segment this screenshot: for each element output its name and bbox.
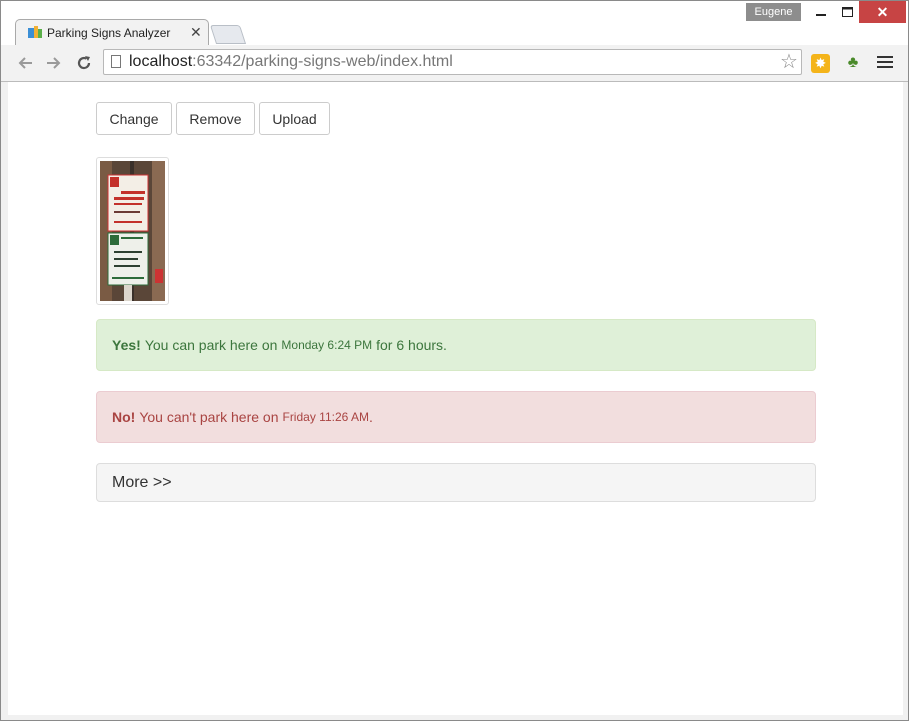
- url-path: :63342/parking-signs-web/index.html: [192, 53, 453, 70]
- close-icon: ✕: [876, 3, 889, 20]
- browser-window: Parking Signs Analyzer ✕ Eugene ✕ localh…: [0, 0, 909, 721]
- upload-button[interactable]: Upload: [259, 102, 330, 135]
- title-bar: Parking Signs Analyzer ✕ Eugene ✕: [1, 1, 908, 46]
- bookmark-star-icon[interactable]: ☆: [780, 51, 798, 73]
- park-denied-alert: No! You can't park here on Friday 11:26 …: [96, 391, 816, 443]
- address-bar[interactable]: localhost:63342/parking-signs-web/index.…: [103, 49, 802, 75]
- alert-tail: .: [368, 409, 373, 425]
- page-icon: [111, 55, 121, 68]
- alert-time: Monday 6:24 PM: [281, 338, 373, 352]
- url-text[interactable]: localhost:63342/parking-signs-web/index.…: [129, 53, 453, 71]
- maximize-icon: [841, 7, 853, 17]
- forward-button[interactable]: [43, 52, 65, 74]
- extension-leaf-icon[interactable]: ♣: [843, 53, 863, 73]
- back-button[interactable]: [14, 52, 36, 74]
- browser-tab[interactable]: Parking Signs Analyzer ✕: [15, 19, 209, 46]
- park-allowed-alert: Yes! You can park here on Monday 6:24 PM…: [96, 319, 816, 371]
- remove-button[interactable]: Remove: [176, 102, 255, 135]
- reload-icon: [77, 56, 91, 70]
- page-content: Change Remove Upload Yes! You can park h…: [8, 82, 903, 715]
- alert-text: You can park here on: [144, 337, 278, 353]
- profile-badge[interactable]: Eugene: [746, 3, 801, 21]
- minimize-button[interactable]: [807, 1, 835, 23]
- alert-strong: Yes!: [112, 337, 141, 353]
- extension-icon[interactable]: ✸: [811, 54, 830, 73]
- back-arrow-icon: [18, 57, 32, 69]
- alert-time: Friday 11:26 AM: [282, 410, 369, 424]
- maximize-button[interactable]: [833, 1, 861, 23]
- tab-title: Parking Signs Analyzer: [47, 26, 171, 40]
- forward-arrow-icon: [47, 57, 61, 69]
- browser-menu-button[interactable]: [877, 54, 893, 70]
- new-tab-button[interactable]: [209, 25, 247, 44]
- parking-sign-thumbnail: [96, 157, 169, 305]
- hamburger-menu-icon: [877, 56, 893, 58]
- alert-strong: No!: [112, 409, 136, 425]
- browser-toolbar: localhost:63342/parking-signs-web/index.…: [1, 45, 908, 82]
- more-panel[interactable]: More >>: [96, 463, 816, 502]
- alert-text: You can't park here on: [139, 409, 279, 425]
- minimize-icon: [816, 14, 826, 16]
- favicon-icon: [28, 26, 42, 38]
- change-button[interactable]: Change: [96, 102, 172, 135]
- parking-sign-image: [100, 161, 165, 301]
- url-host: localhost: [129, 53, 193, 70]
- tab-close-icon[interactable]: ✕: [190, 24, 202, 40]
- close-window-button[interactable]: ✕: [859, 1, 906, 23]
- more-label[interactable]: More >>: [112, 474, 172, 492]
- alert-tail: for 6 hours.: [376, 337, 447, 353]
- reload-button[interactable]: [73, 52, 95, 74]
